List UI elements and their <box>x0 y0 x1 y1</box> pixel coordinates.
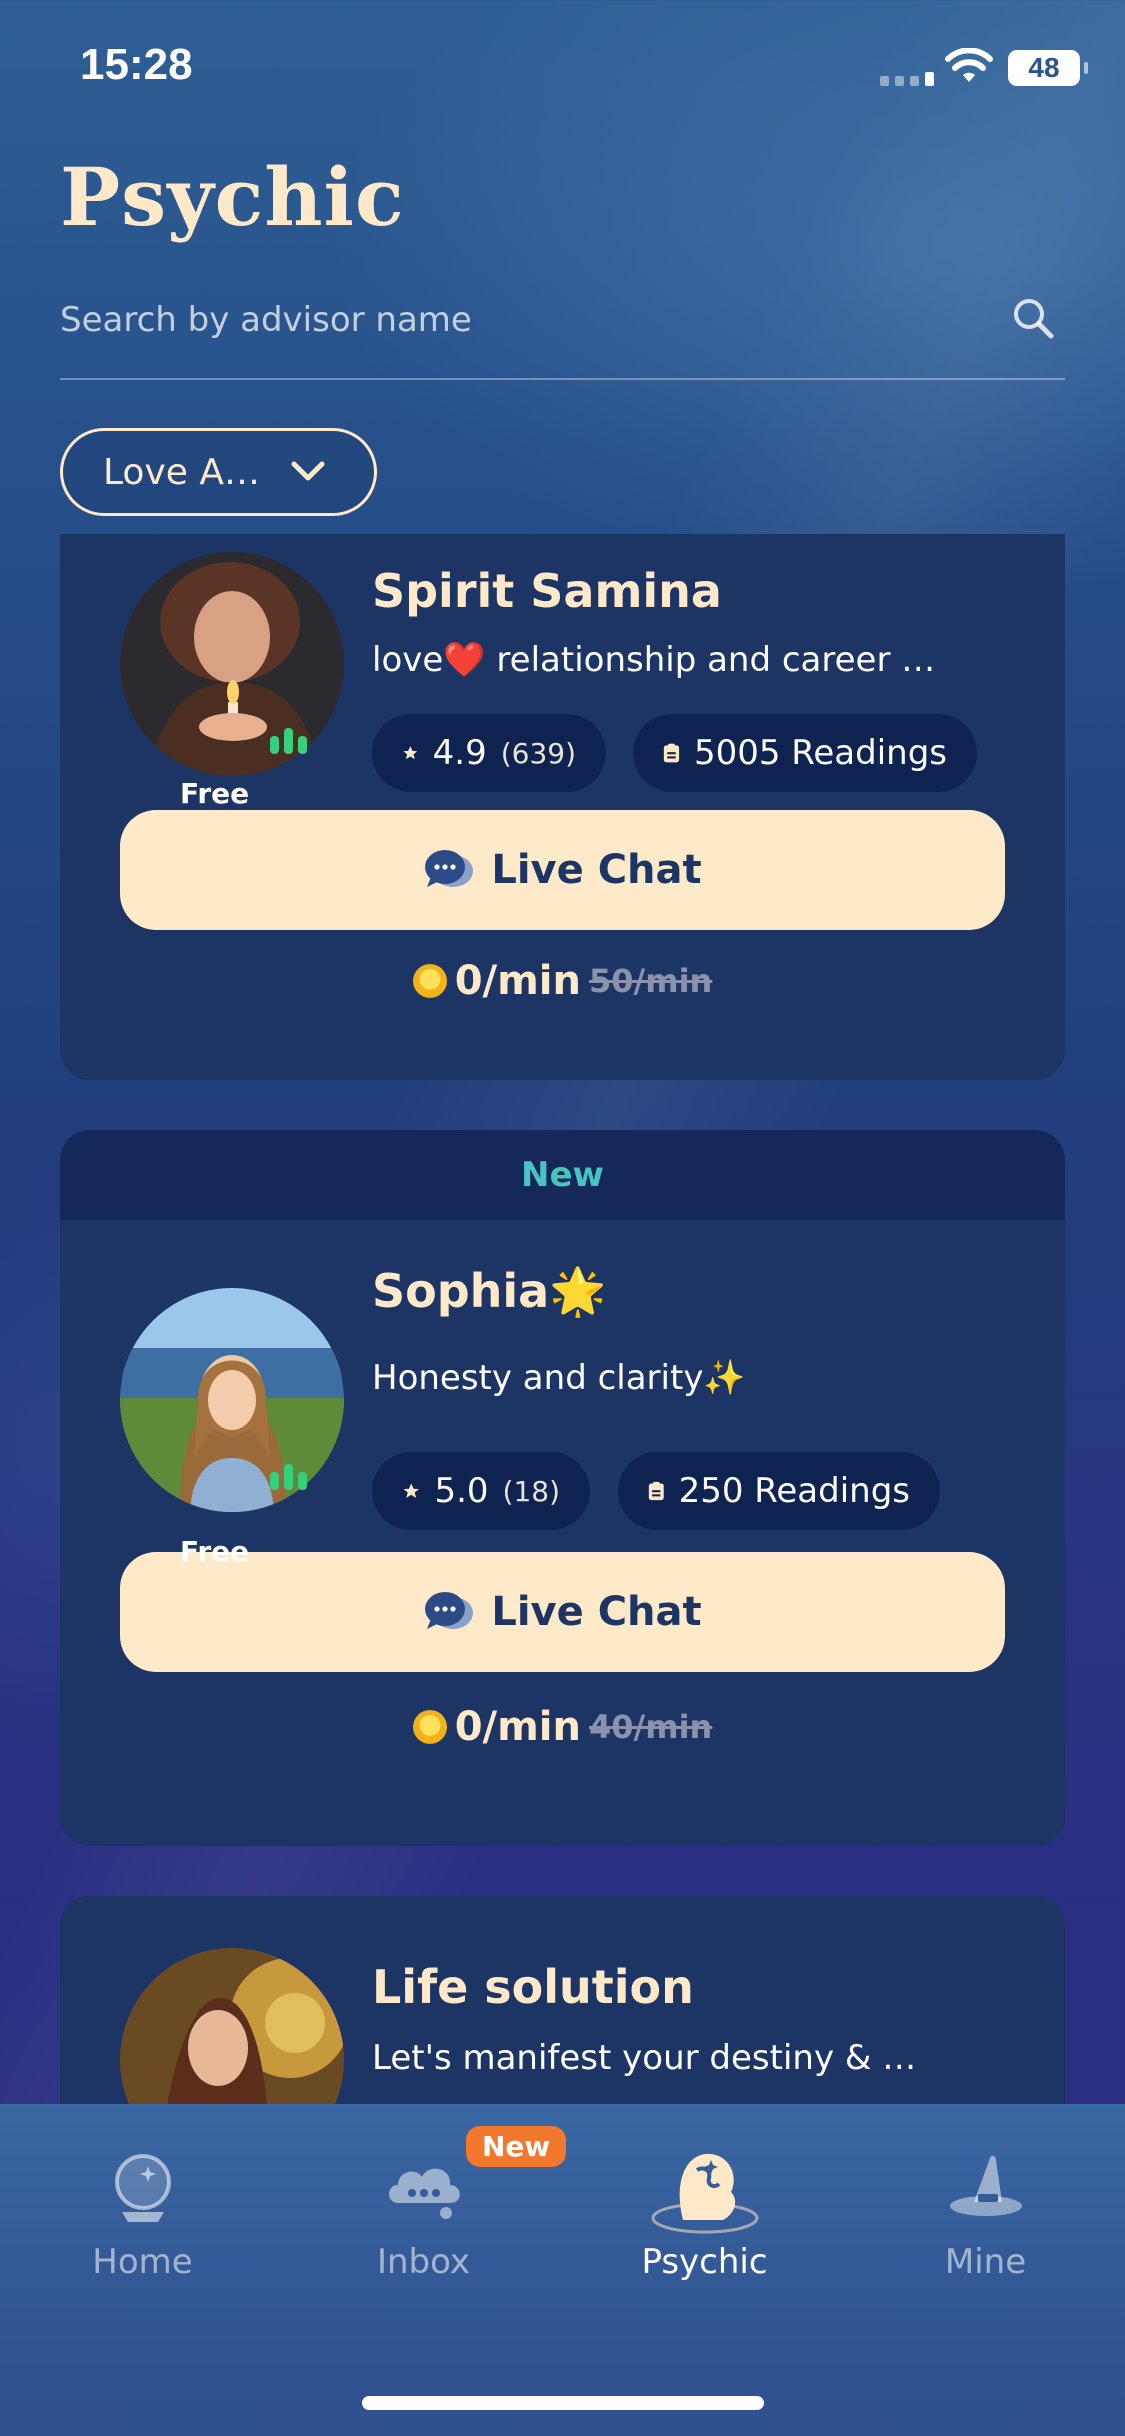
bottom-tab-bar: Home Inbox New Psychic Mine <box>0 2104 1125 2436</box>
chat-bubble-icon <box>425 1592 474 1629</box>
advisor-name[interactable]: Spirit Samina <box>372 564 722 618</box>
rating-value: 4.9 <box>432 733 487 773</box>
readings-pill: 250 Readings <box>618 1452 940 1530</box>
tab-psychic[interactable]: Psychic <box>564 2104 845 2304</box>
online-indicator-icon <box>270 1464 307 1490</box>
star-icon <box>403 1483 419 1498</box>
advisor-description: Let's manifest your destiny & … <box>372 2038 917 2078</box>
status-bar: 15:28 48 <box>0 0 1125 140</box>
free-tag-label: Free <box>180 1534 250 1568</box>
free-tag: Free <box>120 1528 310 1574</box>
category-filter-dropdown[interactable]: Love A… <box>60 428 377 516</box>
advisor-card[interactable]: Life solution Let's manifest your destin… <box>60 1896 1065 2104</box>
rating-pill: 5.0 (18) <box>372 1452 590 1530</box>
cellular-signal-icon <box>880 72 934 86</box>
online-indicator-icon <box>270 728 307 754</box>
page-title: Psychic <box>60 150 405 244</box>
search-bar[interactable] <box>60 280 1065 380</box>
status-time: 15:28 <box>80 40 193 89</box>
inbox-new-badge: New <box>466 2126 567 2167</box>
search-icon[interactable] <box>1009 294 1057 342</box>
advisor-card[interactable]: Spirit Samina love❤️ relationship and ca… <box>60 534 1065 1080</box>
rating-value: 5.0 <box>434 1471 489 1511</box>
tab-label: Psychic <box>641 2242 768 2282</box>
advisor-list[interactable]: Spirit Samina love❤️ relationship and ca… <box>0 534 1125 2104</box>
review-count: (18) <box>502 1474 560 1508</box>
cloud-chat-icon <box>388 2168 460 2219</box>
tab-label: Home <box>92 2242 193 2282</box>
advisor-avatar[interactable] <box>120 552 344 776</box>
coin-icon <box>412 964 447 998</box>
price-original: 40/min <box>589 1708 713 1746</box>
readings-count: 250 Readings <box>678 1471 910 1511</box>
live-chat-label: Live Chat <box>491 1589 702 1635</box>
new-advisor-band: New <box>60 1130 1065 1220</box>
crystal-ball-icon <box>114 2154 171 2222</box>
price-original: 50/min <box>589 962 713 1000</box>
price-current: 0/min <box>454 1704 581 1750</box>
advisor-name[interactable]: Life solution <box>372 1960 694 2014</box>
advisor-photo <box>120 1948 344 2104</box>
advisor-avatar[interactable] <box>120 1288 344 1512</box>
battery-indicator: 48 <box>1008 50 1088 86</box>
tab-label: Mine <box>944 2242 1027 2282</box>
free-tag: Free <box>120 770 310 816</box>
wizard-hat-icon <box>949 2155 1022 2216</box>
tab-home[interactable]: Home <box>2 2104 283 2304</box>
star-icon <box>403 746 418 760</box>
live-chat-label: Live Chat <box>491 847 702 893</box>
advisor-name[interactable]: Sophia🌟 <box>372 1264 607 1319</box>
price-row: 0/min 40/min <box>60 1704 1065 1750</box>
advisor-card[interactable]: New Sophia🌟 Honesty and clarity✨ 5.0 (18… <box>60 1130 1065 1846</box>
clipboard-icon <box>648 1481 664 1501</box>
rating-pill: 4.9 (639) <box>372 714 606 792</box>
live-chat-button[interactable]: Live Chat <box>120 810 1005 930</box>
free-tag-label: Free <box>180 776 250 810</box>
readings-count: 5005 Readings <box>693 733 947 773</box>
review-count: (639) <box>500 736 576 770</box>
advisor-photo <box>120 552 344 776</box>
filter-label: Love A… <box>103 451 260 493</box>
psychic-icon <box>651 2153 758 2234</box>
price-current: 0/min <box>454 958 581 1004</box>
advisor-photo <box>120 1288 344 1512</box>
tab-label: Inbox <box>376 2242 471 2282</box>
price-row: 0/min 50/min <box>60 958 1065 1004</box>
advisor-description: Honesty and clarity✨ <box>372 1358 746 1398</box>
coin-icon <box>412 1710 447 1744</box>
chat-bubble-icon <box>425 850 474 887</box>
advisor-avatar[interactable] <box>120 1948 344 2104</box>
tab-mine[interactable]: Mine <box>845 2104 1125 2304</box>
clipboard-icon <box>663 743 680 763</box>
readings-pill: 5005 Readings <box>633 714 977 792</box>
wifi-icon <box>945 48 993 82</box>
advisor-description: love❤️ relationship and career … <box>372 640 936 680</box>
search-input[interactable] <box>60 290 960 350</box>
chevron-down-icon <box>291 461 325 481</box>
home-indicator[interactable] <box>362 2396 764 2410</box>
